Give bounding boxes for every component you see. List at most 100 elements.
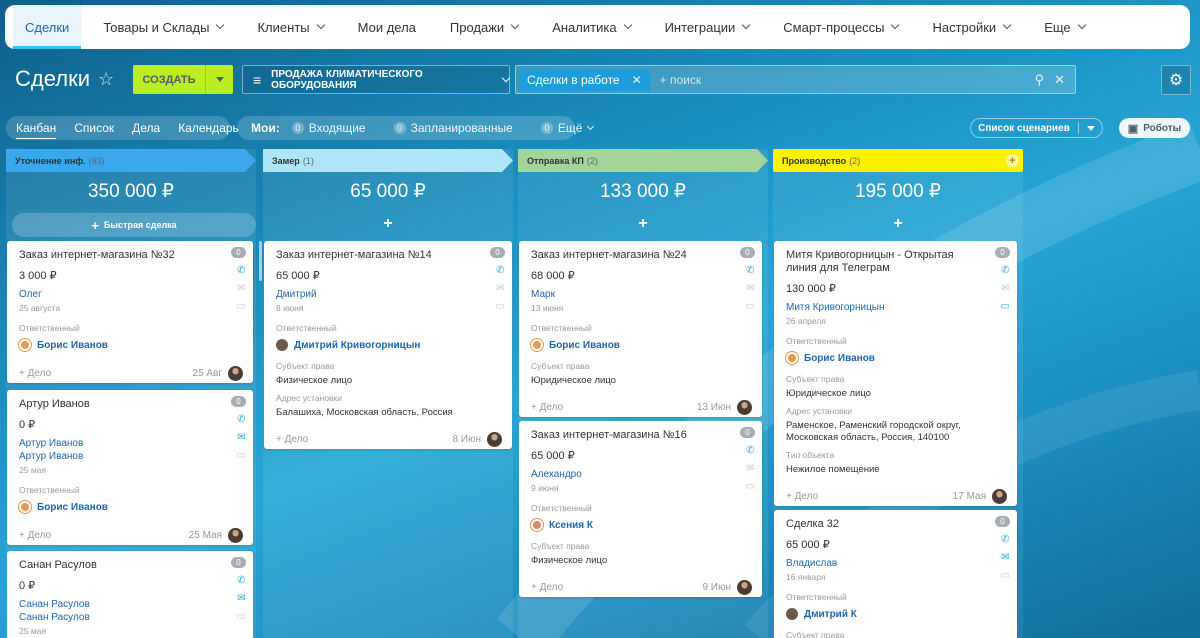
responsible-user[interactable]: Борис Иванов [19, 501, 243, 513]
deal-contact-link[interactable]: Митя Кривогорницын [786, 301, 1007, 314]
add-deal-button[interactable]: + [773, 215, 1023, 233]
add-activity-link[interactable]: + Дело [19, 530, 51, 541]
responsible-user[interactable]: Дмитрий К [786, 608, 1007, 620]
deal-card[interactable]: Заказ интернет-магазина №24 68 000 ₽ Мар… [519, 241, 762, 417]
deal-company-link[interactable]: Артур Иванов [19, 450, 243, 463]
add-activity-link[interactable]: + Дело [276, 434, 308, 445]
deal-card[interactable]: Заказ интернет-магазина №32 3 000 ₽ Олег… [7, 241, 253, 383]
add-stage-icon[interactable]: + [1006, 154, 1019, 167]
deal-card[interactable]: Заказ интернет-магазина №16 65 000 ₽ Але… [519, 421, 762, 597]
robots-button[interactable]: ▣ Роботы [1119, 118, 1190, 138]
phone-icon[interactable]: ✆ [496, 265, 504, 277]
deal-title[interactable]: Артур Иванов [19, 398, 219, 411]
chat-icon[interactable]: ▭ [237, 450, 246, 462]
deal-title[interactable]: Санан Расулов [19, 559, 219, 572]
mail-icon[interactable]: ✉ [1001, 283, 1009, 295]
add-activity-link[interactable]: + Дело [786, 491, 818, 502]
phone-icon[interactable]: ✆ [1001, 265, 1009, 277]
clear-icon[interactable]: ✕ [1054, 72, 1065, 88]
create-button[interactable]: СОЗДАТЬ [133, 65, 233, 94]
add-activity-link[interactable]: + Дело [19, 368, 51, 379]
deal-contact-link[interactable]: Олег [19, 288, 243, 301]
chat-icon[interactable]: ▭ [746, 481, 755, 493]
nav-item-clients[interactable]: Клиенты [245, 5, 335, 49]
add-deal-button[interactable]: + [518, 215, 768, 233]
responsible-user[interactable]: Дмитрий Кривогорницын [276, 339, 502, 351]
deal-card[interactable]: Сделка 32 65 000 ₽ Владислав 16 января О… [774, 510, 1017, 638]
view-list[interactable]: Список [74, 121, 114, 135]
mail-icon[interactable]: ✉ [237, 432, 245, 444]
filter-search-bar[interactable]: Сделки в работе ✕ + поиск ⚲ ✕ [515, 65, 1076, 94]
chat-icon[interactable]: ▭ [1001, 570, 1010, 582]
deal-title[interactable]: Сделка 32 [786, 518, 986, 531]
pipeline-selector[interactable]: ≡ ПРОДАЖА КЛИМАТИЧЕСКОГО ОБОРУДОВАНИЯ [242, 65, 511, 94]
counter-incoming[interactable]: 0 Входящие [291, 121, 366, 135]
add-activity-link[interactable]: + Дело [531, 582, 563, 593]
add-activity-link[interactable]: + Дело [531, 402, 563, 413]
mail-icon[interactable]: ✉ [746, 283, 754, 295]
deal-title[interactable]: Заказ интернет-магазина №14 [276, 249, 476, 262]
phone-icon[interactable]: ✆ [237, 414, 245, 426]
chat-icon[interactable]: ▭ [746, 301, 755, 313]
nav-item-products[interactable]: Товары и Склады [91, 5, 235, 49]
nav-item-analytics[interactable]: Аналитика [540, 5, 642, 49]
counter-more[interactable]: 0 Ещё [540, 121, 595, 135]
deal-title[interactable]: Митя Кривогорницын - Открытая линия для … [786, 249, 986, 275]
deal-title[interactable]: Заказ интернет-магазина №32 [19, 249, 219, 262]
quick-deal-button[interactable]: + Быстрая сделка [12, 213, 256, 237]
scenarios-button[interactable]: Список сценариев [970, 118, 1103, 138]
responsible-user[interactable]: Борис Иванов [786, 352, 1007, 364]
nav-item-integrations[interactable]: Интеграции [653, 5, 762, 49]
deal-card[interactable]: Санан Расулов 0 ₽ Санан Расулов Санан Ра… [7, 551, 253, 638]
view-kanban[interactable]: Канбан [16, 121, 57, 139]
phone-icon[interactable]: ✆ [746, 265, 754, 277]
nav-item-my-tasks[interactable]: Мои дела [346, 5, 428, 49]
responsible-user[interactable]: Ксения К [531, 519, 752, 531]
phone-icon[interactable]: ✆ [237, 575, 245, 587]
search-icon[interactable]: ⚲ [1035, 72, 1045, 88]
nav-item-settings[interactable]: Настройки [920, 5, 1022, 49]
chat-icon[interactable]: ▭ [496, 301, 505, 313]
responsible-user[interactable]: Борис Иванов [531, 339, 752, 351]
deal-card[interactable]: Артур Иванов 0 ₽ Артур Иванов Артур Иван… [7, 390, 253, 545]
stage-header[interactable]: Производство (2) + [773, 149, 1023, 172]
view-activities[interactable]: Дела [132, 121, 160, 135]
add-deal-button[interactable]: + [263, 215, 513, 233]
chat-icon[interactable]: ▭ [237, 301, 246, 313]
stage-header[interactable]: Замер (1) [263, 149, 513, 172]
settings-gear-button[interactable]: ⚙ [1161, 65, 1191, 95]
create-dropdown-button[interactable] [205, 65, 233, 94]
deal-card[interactable]: Заказ интернет-магазина №14 65 000 ₽ Дми… [264, 241, 512, 449]
deal-contact-link[interactable]: Марк [531, 288, 752, 301]
counter-planned[interactable]: 0 Запланированные [393, 121, 513, 135]
deal-title[interactable]: Заказ интернет-магазина №16 [531, 429, 731, 442]
stage-header[interactable]: Уточнение инф. (93) [6, 149, 256, 172]
view-calendar[interactable]: Календарь [178, 121, 239, 135]
mail-icon[interactable]: ✉ [746, 463, 754, 475]
deal-title[interactable]: Заказ интернет-магазина №24 [531, 249, 731, 262]
column-scrollbar[interactable] [259, 241, 262, 281]
deal-company-link[interactable]: Санан Расулов [19, 611, 243, 624]
mail-icon[interactable]: ✉ [1001, 552, 1009, 564]
responsible-user[interactable]: Борис Иванов [19, 339, 243, 351]
deal-contact-link[interactable]: Владислав [786, 557, 1007, 570]
search-input[interactable]: + поиск [660, 73, 1035, 87]
nav-item-deals[interactable]: Сделки [13, 5, 82, 49]
deal-contact-link[interactable]: Алехандро [531, 468, 752, 481]
nav-item-sales[interactable]: Продажи [438, 5, 530, 49]
deal-contact-link[interactable]: Санан Расулов [19, 598, 243, 611]
nav-item-more[interactable]: Еще [1032, 5, 1096, 49]
chat-icon[interactable]: ▭ [1001, 301, 1010, 313]
phone-icon[interactable]: ✆ [237, 265, 245, 277]
mail-icon[interactable]: ✉ [496, 283, 504, 295]
phone-icon[interactable]: ✆ [1001, 534, 1009, 546]
chat-icon[interactable]: ▭ [237, 611, 246, 623]
mail-icon[interactable]: ✉ [237, 593, 245, 605]
close-icon[interactable]: ✕ [632, 73, 642, 87]
star-icon[interactable]: ☆ [98, 69, 114, 90]
deal-contact-link[interactable]: Артур Иванов [19, 437, 243, 450]
nav-item-smart-processes[interactable]: Смарт-процессы [771, 5, 910, 49]
filter-chip[interactable]: Сделки в работе ✕ [519, 68, 650, 91]
phone-icon[interactable]: ✆ [746, 445, 754, 457]
mail-icon[interactable]: ✉ [237, 283, 245, 295]
